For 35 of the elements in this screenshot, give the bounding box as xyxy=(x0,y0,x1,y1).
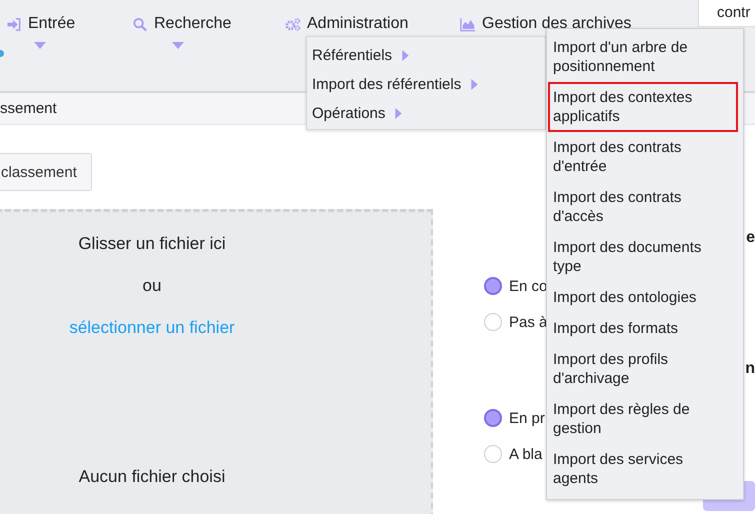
section-heading: e xyxy=(746,229,755,246)
menu-item[interactable]: Import des référentiels xyxy=(307,70,545,99)
menu-item[interactable]: Import des règles de gestion xyxy=(548,394,738,444)
login-icon xyxy=(6,16,22,32)
breadcrumb-item[interactable]: ssement xyxy=(0,100,57,117)
menu-item[interactable]: Import des contrats d'accès xyxy=(548,182,738,232)
menu-item[interactable]: Import d'un arbre de positionnement xyxy=(548,32,738,82)
dropzone-or: ou xyxy=(142,276,162,296)
radio-button[interactable] xyxy=(484,409,502,427)
radio-button[interactable] xyxy=(484,277,502,295)
dropzone-hint: Glisser un fichier ici xyxy=(78,234,226,254)
menu-item[interactable]: Import des services agents xyxy=(548,444,738,494)
classement-button[interactable]: classement xyxy=(0,153,92,191)
menu-item[interactable]: Import des profils d'archivage xyxy=(548,344,738,394)
nav-menu-item[interactable]: Recherche xyxy=(132,15,232,33)
file-status: Aucun fichier choisi xyxy=(78,467,226,487)
radio-label: Pas à xyxy=(509,314,548,330)
menu-item[interactable]: Import des contextes applicatifs xyxy=(548,82,738,132)
menu-item[interactable]: Référentiels xyxy=(307,41,545,70)
nav-menu-item[interactable]: Entrée xyxy=(6,15,76,33)
menu-item[interactable]: Import des formats xyxy=(548,313,738,344)
menu-item[interactable]: Import des contrats d'entrée xyxy=(548,132,738,182)
menu-item[interactable]: Opérations xyxy=(307,99,545,128)
menu-item[interactable]: Import des ontologies xyxy=(548,282,738,313)
search-icon xyxy=(132,16,148,32)
area-chart-icon xyxy=(460,16,476,32)
nav-menu-item[interactable]: Administration xyxy=(285,15,408,33)
section-heading: n xyxy=(745,360,755,377)
menu-item[interactable]: Import des documents type xyxy=(548,232,738,282)
radio-label: En pr xyxy=(509,410,545,426)
nav-menu-item[interactable]: Gestion des archives xyxy=(460,15,632,33)
radio-label: A bla xyxy=(509,446,542,462)
gears-icon xyxy=(285,16,301,32)
file-dropzone[interactable]: Glisser un fichier ici ou sélectionner un fichier Aucun fichier choisi xyxy=(0,209,433,514)
tab[interactable]: contr xyxy=(698,0,755,27)
